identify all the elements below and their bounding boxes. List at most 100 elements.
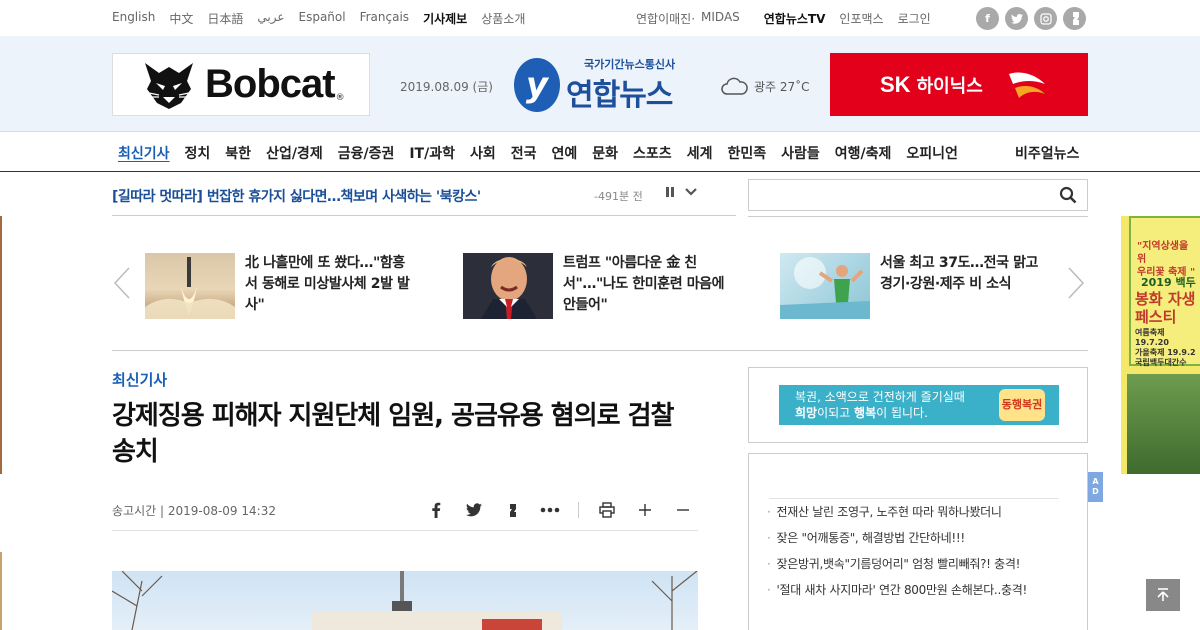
list-item[interactable]: 잦은방귀,뱃속"기름덩어리" 엄청 빨리빼줘?! 충격!	[769, 551, 1059, 577]
lang-spanish[interactable]: Español	[299, 10, 346, 27]
festival-ad-photo	[1127, 374, 1200, 474]
sk-wing-icon	[1008, 71, 1045, 98]
lottery-ad-box: 복권, 소액으로 건전하게 즐기실때 희망이되고 행복이 됩니다. 동행복권	[748, 367, 1088, 443]
lottery-ad-happiness: 행복	[854, 406, 877, 420]
nav-item-visual-news[interactable]: 비주얼뉴스	[1015, 143, 1079, 163]
lang-english[interactable]: English	[112, 10, 155, 27]
festival-ad-title2: 페스티	[1135, 308, 1177, 326]
heatwave-thumbnail	[780, 253, 870, 319]
utility-bar: English 中文 日本語 عربي Español Français 기사제…	[0, 0, 1200, 36]
font-decrease-icon[interactable]	[673, 500, 693, 520]
carousel-card[interactable]: 서울 최고 37도…전국 맑고 경기·강원·제주 비 소식	[780, 253, 1050, 319]
chevron-down-icon[interactable]	[684, 186, 698, 198]
nav-item-opinion[interactable]: 오피니언	[906, 143, 958, 163]
carousel-card-text: 北 나흘만에 또 쐈다…"함흥서 동해로 미상발사체 2발 발사"	[245, 255, 410, 313]
social-links: f	[976, 7, 1086, 30]
report-link[interactable]: 기사제보	[423, 10, 467, 27]
twitter-share-icon[interactable]	[464, 500, 484, 520]
sk-brand-text: SK	[880, 71, 911, 97]
divider	[112, 530, 698, 531]
lang-chinese[interactable]: 中文	[169, 10, 193, 27]
article-meta: 송고시간 | 2019-08-09 14:32	[112, 504, 276, 518]
sponsored-list: 전재산 날린 조영구, 노주현 따라 뭐하나봤더니 잦은 "어깨통증", 해결방…	[769, 498, 1059, 603]
nav-item-sports[interactable]: 스포츠	[633, 143, 672, 163]
nav-item-regional[interactable]: 전국	[511, 143, 537, 163]
infomax-link[interactable]: 인포맥스	[839, 10, 883, 27]
nav-item-economy[interactable]: 산업/경제	[266, 143, 323, 163]
lottery-ad-text-end: 이 됩니다.	[876, 406, 928, 420]
pause-icon[interactable]	[664, 186, 676, 198]
cloud-icon	[721, 77, 748, 95]
lottery-ad-hope: 희망	[795, 406, 818, 420]
nav-item-north-korea[interactable]: 북한	[225, 143, 251, 163]
instagram-icon[interactable]	[1034, 7, 1057, 30]
yonhap-tv-link[interactable]: 연합뉴스TV	[764, 10, 826, 27]
carousel-card[interactable]: 北 나흘만에 또 쐈다…"함흥서 동해로 미상발사체 2발 발사"	[145, 253, 411, 319]
article-section-label[interactable]: 최신기사	[112, 369, 167, 390]
service-links: 연합이매진· MIDAS 연합뉴스TV 인포맥스 로그인	[636, 10, 945, 27]
left-ad-edge	[0, 216, 2, 474]
nav-item-politics[interactable]: 정치	[185, 143, 211, 163]
bobcat-ad-banner[interactable]: Bobcat ®	[112, 53, 370, 116]
nav-item-travel[interactable]: 여행/축제	[835, 143, 892, 163]
yonhap-logo[interactable]: y 국가기간뉴스통신사 연합뉴스	[514, 56, 675, 114]
list-item[interactable]: 잦은 "어깨통증", 해결방법 간단하네!!!	[769, 525, 1059, 551]
midas-link[interactable]: MIDAS	[701, 10, 740, 27]
lottery-ad-banner[interactable]: 복권, 소액으로 건전하게 즐기실때 희망이되고 행복이 됩니다. 동행복권	[779, 385, 1059, 425]
nav-item-world[interactable]: 세계	[687, 143, 713, 163]
site-header: Bobcat ® 2019.08.09 (금) y 국가기간뉴스통신사 연합뉴스…	[0, 36, 1200, 132]
left-ad-edge	[0, 552, 2, 630]
nav-item-culture[interactable]: 문화	[592, 143, 618, 163]
lang-japanese[interactable]: 日本語	[207, 10, 243, 27]
weather-widget[interactable]: 광주 27˚C	[720, 76, 810, 96]
search-icon[interactable]	[1059, 186, 1077, 204]
nav-item-society[interactable]: 사회	[470, 143, 496, 163]
registered-mark: ®	[335, 92, 345, 103]
login-link[interactable]: 로그인	[898, 10, 931, 27]
search-input[interactable]	[749, 180, 1039, 210]
ticker-headline[interactable]: [길따라 멋따라] 번잡한 휴가지 싫다면…책보며 사색하는 '북캉스'	[112, 186, 481, 206]
nav-item-it-science[interactable]: IT/과학	[409, 143, 455, 163]
list-item[interactable]: '절대 새차 사지마라' 연간 800만원 손해본다..충격!	[769, 577, 1059, 603]
article-headline: 강제징용 피해자 지원단체 임원, 공금유용 혐의로 검찰 송치	[112, 401, 674, 467]
nav-item-entertainment[interactable]: 연예	[552, 143, 578, 163]
main-nav: 최신기사 정치 북한 산업/경제 금융/증권 IT/과학 사회 전국 연예 문화…	[0, 132, 1200, 172]
festival-ad-summer: 여름축제 19.7.20	[1135, 328, 1169, 347]
headline-carousel: 北 나흘만에 또 쐈다…"함흥서 동해로 미상발사체 2발 발사" 트럼프 "아…	[112, 217, 1088, 351]
sk-hynix-ad-banner[interactable]: SK 하이닉스	[830, 53, 1088, 116]
nav-item-korean-diaspora[interactable]: 한민족	[727, 143, 766, 163]
kakaostory-share-icon[interactable]	[502, 500, 522, 520]
missile-thumbnail	[145, 253, 235, 319]
facebook-icon[interactable]: f	[976, 7, 999, 30]
sk-brand-kr: 하이닉스	[916, 75, 983, 97]
nav-menu: 최신기사 정치 북한 산업/경제 금융/증권 IT/과학 사회 전국 연예 문화…	[118, 143, 973, 163]
print-icon[interactable]	[597, 500, 617, 520]
product-intro-link[interactable]: 상품소개	[481, 10, 525, 27]
ad-tag-letter: D	[1092, 487, 1099, 496]
list-item[interactable]: 전재산 날린 조영구, 노주현 따라 뭐하나봤더니	[769, 499, 1059, 525]
logo-mark: y	[514, 58, 560, 112]
carousel-card[interactable]: 트럼프 "아름다운 金 친서"…"나도 한미훈련 마음에 안들어"	[463, 253, 729, 319]
carousel-prev-icon[interactable]	[112, 266, 132, 300]
festival-ad-title1: 봉화 자생	[1135, 290, 1196, 308]
lang-arabic[interactable]: عربي	[257, 10, 284, 27]
bobcat-logo-icon	[141, 59, 197, 111]
language-links: English 中文 日本語 عربي Español Français 기사제…	[112, 10, 539, 27]
imazine-link[interactable]: 연합이매진·	[636, 10, 695, 27]
facebook-share-icon[interactable]	[426, 500, 446, 520]
ticker-time: -491분 전	[594, 190, 643, 203]
logo-title: 연합뉴스	[566, 78, 673, 113]
kakaostory-icon[interactable]	[1063, 7, 1086, 30]
scroll-top-button[interactable]	[1146, 579, 1180, 611]
nav-item-latest[interactable]: 최신기사	[118, 143, 170, 163]
nav-item-finance[interactable]: 금융/증권	[338, 143, 395, 163]
twitter-icon[interactable]	[1005, 7, 1028, 30]
more-options-icon[interactable]	[540, 500, 560, 520]
festival-ad-banner[interactable]: "지역상생을 위 우리꽃 축제 " 2019 백두 봉화 자생 페스티 여름축제 1…	[1121, 216, 1200, 474]
font-increase-icon[interactable]	[635, 500, 655, 520]
nav-item-people[interactable]: 사람들	[781, 143, 820, 163]
carousel-next-icon[interactable]	[1066, 266, 1086, 300]
lang-french[interactable]: Français	[360, 10, 409, 27]
lottery-logo: 동행복권	[999, 389, 1045, 421]
festival-ad-line1: "지역상생을 위	[1137, 241, 1189, 265]
